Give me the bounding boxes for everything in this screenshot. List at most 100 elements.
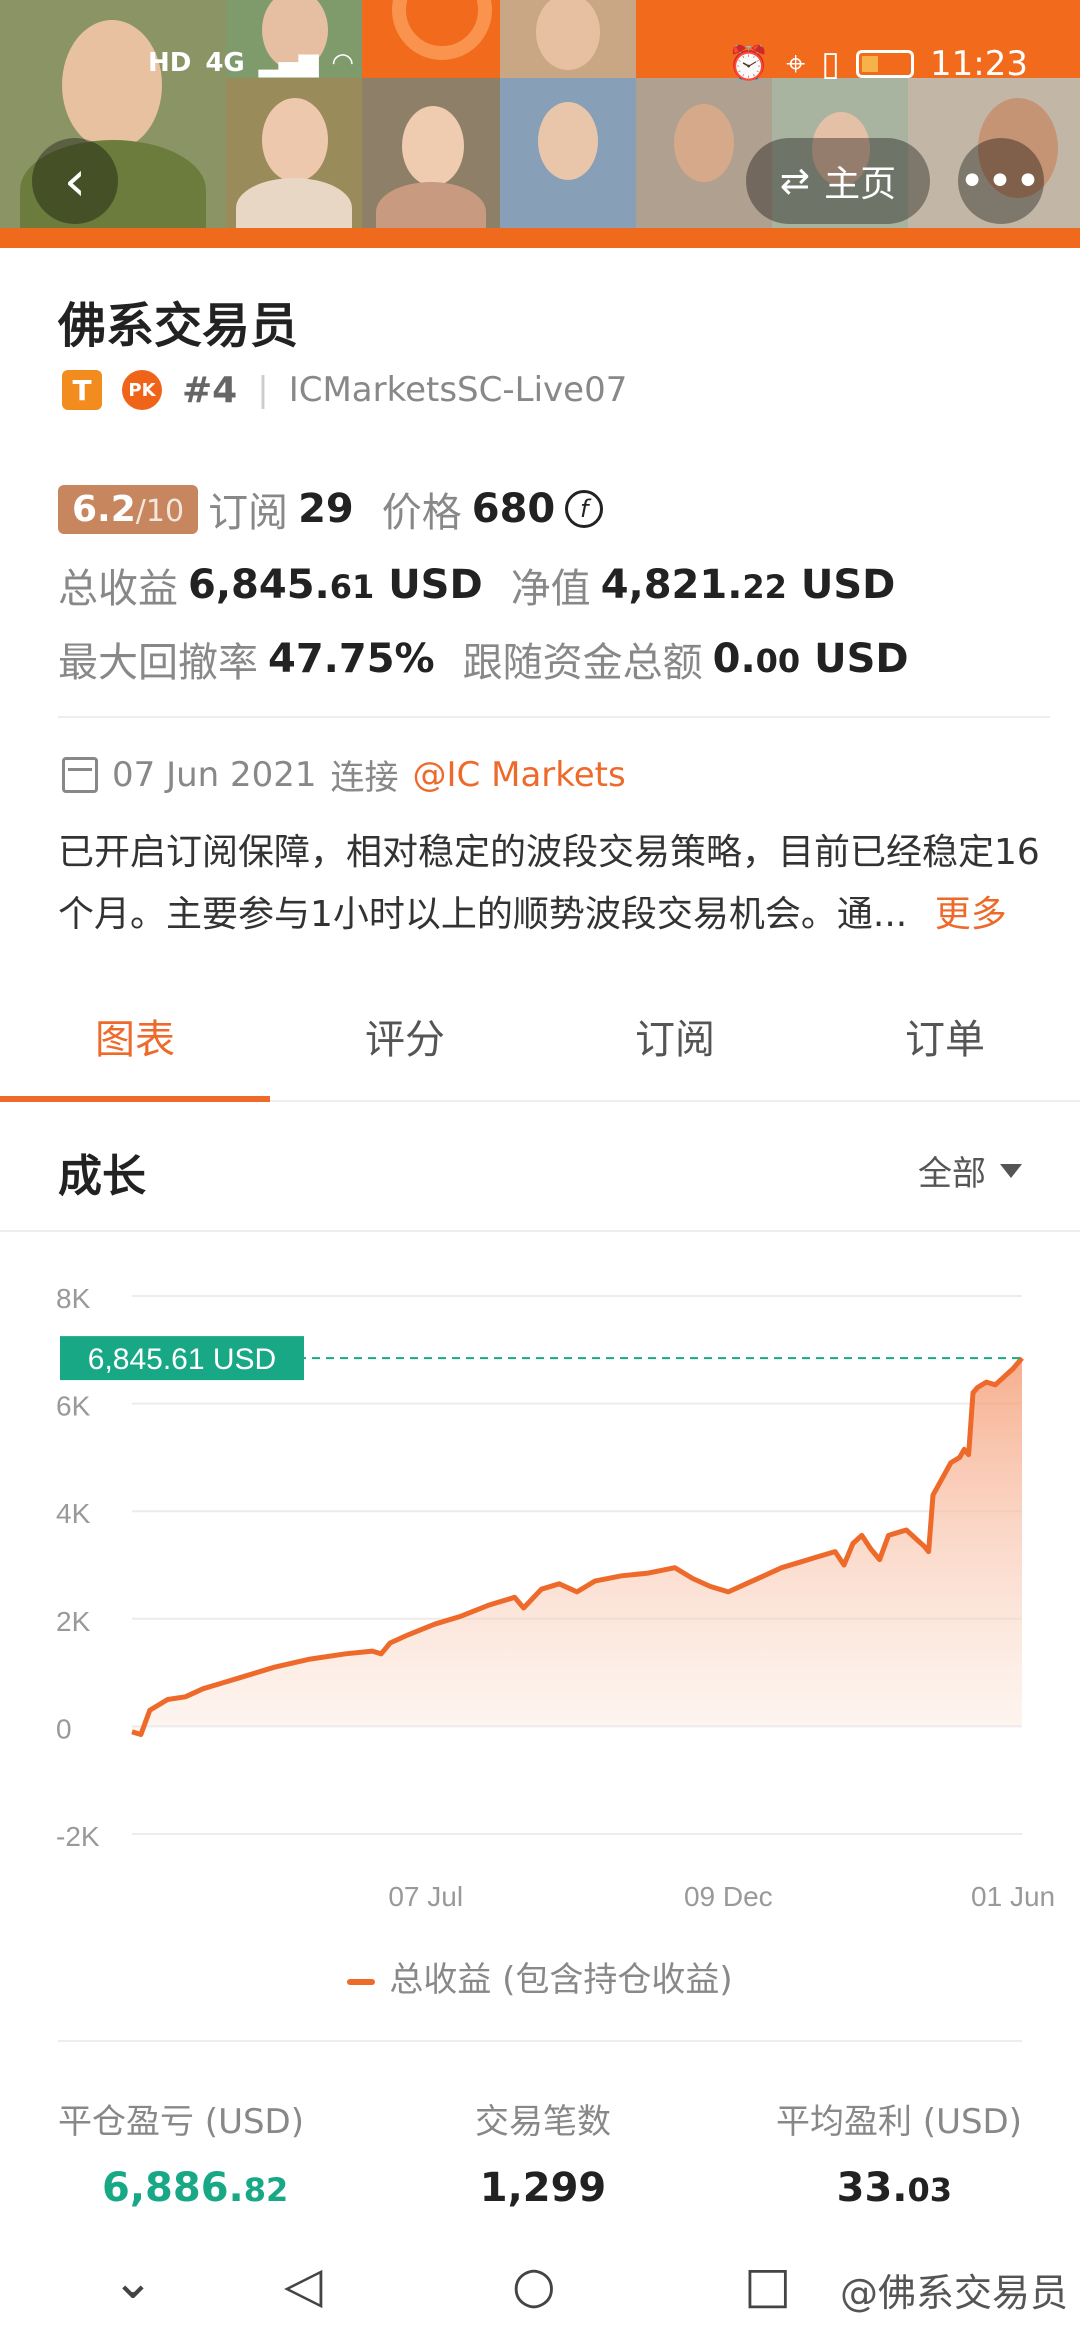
trades-label: 交易笔数: [475, 2102, 611, 2142]
avg-profit-int: 33.: [836, 2165, 908, 2211]
pk-badge: PK: [122, 370, 162, 410]
profit-row: 总收益 6,845.61 USD 净值 4,821.22 USD: [58, 556, 895, 614]
banner-strip: [0, 228, 1080, 248]
signal-indicators: HD 4G ▂▄▆ ◠: [148, 48, 353, 78]
subs-value: 29: [298, 486, 354, 532]
trades-value: 1,299: [479, 2165, 607, 2211]
trades-stat: 交易笔数 1,299: [468, 2094, 618, 2211]
tab-subscription[interactable]: 订阅: [540, 990, 810, 1100]
summary-stats: 平仓盈亏 (USD) 6,886.82 交易笔数 1,299 平均盈利 (USD…: [58, 2040, 1022, 2220]
badge-row: T PK #4 | ICMarketsSC-Live07: [62, 364, 627, 416]
legend-swatch: [347, 1978, 376, 1985]
rank-label: #4: [182, 369, 238, 411]
connect-label: 连接: [330, 758, 399, 798]
signal-icon: ▂▄▆: [258, 48, 319, 78]
y-tick-label: -2K: [56, 1821, 100, 1852]
clock: 11:23: [930, 44, 1028, 84]
series-area: [132, 1358, 1022, 1735]
growth-chart: 8K 6K 4K 2K 0 -2K 07 Jul 09 Dec 01 Jun 6,845.61 U…: [0, 1234, 1080, 1994]
wifi-icon: ◠: [332, 48, 353, 78]
total-profit-value: 6,845.61 USD: [188, 562, 483, 608]
coin-icon: f: [565, 490, 604, 528]
drawdown-row: 最大回撤率 47.75% 跟随资金总额 0.00 USD: [58, 630, 909, 688]
legend-label: 总收益 (包含持仓收益): [389, 1960, 733, 2000]
separator: |: [257, 370, 269, 410]
price-value: 680: [471, 486, 556, 532]
x-tick-label: 07 Jul: [388, 1881, 463, 1912]
follow-label: 跟随资金总额: [462, 640, 703, 686]
follow-unit: USD: [814, 636, 909, 682]
closed-pl-label: 平仓盈亏 (USD): [58, 2102, 304, 2142]
nav-home-icon[interactable]: ○: [512, 2256, 556, 2314]
system-nav-bar: ⌄ ◁ ○ □ @佛系交易员: [0, 2226, 1080, 2340]
growth-chart-svg: 8K 6K 4K 2K 0 -2K 07 Jul 09 Dec 01 Jun 6,845.61 U…: [56, 1283, 1055, 1912]
tab-rating[interactable]: 评分: [270, 990, 540, 1100]
tab-chart[interactable]: 图表: [0, 990, 270, 1102]
drawdown-label: 最大回撤率: [58, 640, 258, 686]
rating-row: 6.2/10 订阅 29 价格 680 f: [58, 480, 604, 538]
battery-icon: [856, 50, 915, 78]
calendar-icon: [62, 756, 98, 793]
section-title: 成长: [58, 1151, 146, 1202]
chart-legend: 总收益 (包含持仓收益): [0, 1952, 1080, 2001]
follow-value: 0.00 USD: [713, 636, 909, 682]
nav-recent-icon[interactable]: □: [744, 2256, 791, 2314]
total-profit-unit: USD: [388, 562, 483, 608]
total-profit-int: 6,845.: [188, 562, 330, 608]
description-text: 已开启订阅保障，相对稳定的波段交易策略，目前已经稳定16个月。主要参与1小时以上…: [58, 832, 1040, 935]
back-button[interactable]: ‹: [32, 138, 118, 224]
description: 已开启订阅保障，相对稳定的波段交易策略，目前已经稳定16个月。主要参与1小时以上…: [58, 822, 1050, 946]
more-button[interactable]: •••: [958, 138, 1044, 224]
swap-icon: ⇄: [779, 160, 811, 202]
subs-label: 订阅: [208, 490, 289, 536]
growth-header: 成长 全部: [0, 1104, 1080, 1232]
net-value-int: 4,821.: [600, 562, 743, 608]
watermark: @佛系交易员: [839, 2271, 1068, 2315]
nav-back-icon[interactable]: ◁: [284, 2256, 322, 2314]
closed-pl-value: 6,886.82: [102, 2165, 304, 2211]
dropdown-arrow-icon: [1000, 1163, 1022, 1178]
score-badge: 6.2/10: [58, 484, 199, 534]
location-icon: ⌖: [786, 44, 806, 84]
closed-pl-stat: 平仓盈亏 (USD) 6,886.82: [58, 2094, 304, 2211]
net-value-unit: USD: [800, 562, 896, 608]
connect-date: 07 Jun 2021: [112, 754, 317, 795]
y-tick-label: 8K: [56, 1283, 91, 1314]
y-tick-label: 6K: [56, 1391, 91, 1422]
server-name: ICMarketsSC-Live07: [288, 370, 628, 410]
follow-dec: 00: [755, 642, 801, 680]
range-filter[interactable]: 全部: [918, 1146, 1022, 1195]
drawdown-value: 47.75%: [268, 636, 435, 682]
x-tick-label: 01 Jun: [971, 1881, 1055, 1912]
tab-orders[interactable]: 订单: [810, 990, 1080, 1100]
trader-name: 佛系交易员: [58, 298, 299, 354]
net-value-dec: 22: [742, 568, 787, 606]
collapse-nav-icon[interactable]: ⌄: [112, 2252, 154, 2310]
avg-profit-dec: 03: [907, 2171, 952, 2209]
home-button[interactable]: ⇄ 主页: [746, 138, 930, 224]
more-link[interactable]: 更多: [935, 894, 1007, 935]
score-max: /10: [135, 493, 185, 529]
status-right: ⏰ ⌖ ▯ 11:23: [728, 44, 1028, 84]
price-label: 价格: [381, 490, 462, 536]
avg-profit-stat: 平均盈利 (USD) 33.03: [776, 2094, 1022, 2211]
y-tick-label: 2K: [56, 1606, 91, 1637]
total-profit-dec: 61: [329, 568, 375, 606]
divider: [58, 716, 1050, 718]
network-label: 4G: [205, 48, 245, 78]
range-filter-label: 全部: [918, 1154, 986, 1194]
alarm-icon: ⏰: [727, 44, 771, 84]
follow-int: 0.: [712, 636, 756, 682]
net-value-label: 净值: [510, 566, 591, 612]
closed-pl-dec: 82: [243, 2171, 289, 2209]
x-tick-label: 09 Dec: [684, 1881, 773, 1912]
broker-link[interactable]: @IC Markets: [413, 755, 626, 795]
tab-bar: 图表 评分 订阅 订单: [0, 990, 1080, 1102]
y-tick-label: 0: [56, 1713, 72, 1744]
connection-row: 07 Jun 2021 连接 @IC Markets: [62, 750, 626, 799]
more-dots-icon: •••: [959, 155, 1043, 207]
net-value: 4,821.22 USD: [601, 562, 896, 608]
chevron-left-icon: ‹: [63, 148, 87, 214]
avg-profit-value: 33.03: [776, 2165, 952, 2211]
home-button-label: 主页: [824, 164, 897, 205]
